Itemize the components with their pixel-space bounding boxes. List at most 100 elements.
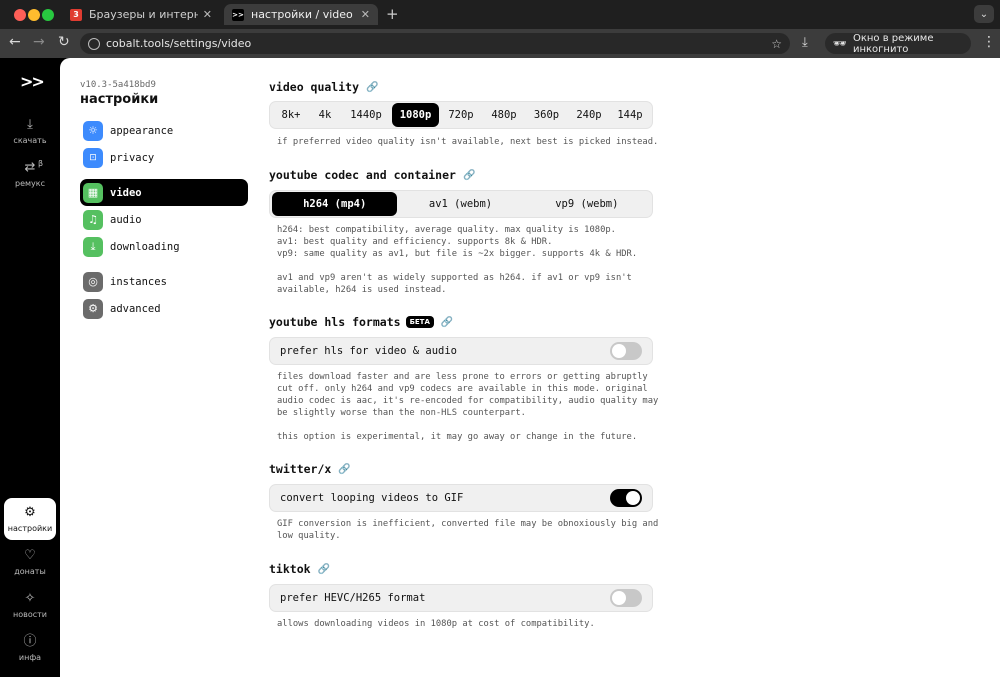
sidebar-item-label: новости [13, 609, 47, 619]
url-text[interactable]: cobalt.tools/settings/video [106, 37, 771, 50]
section-title-text: tiktok [269, 562, 311, 576]
quality-option-480p[interactable]: 480p [483, 103, 525, 127]
settings-nav-label: audio [110, 213, 142, 226]
section-title-tiktok: tiktok 🔗 [269, 562, 330, 576]
link-icon[interactable]: 🔗 [463, 170, 475, 181]
youtube-codec-description: h264: best compatibility, average qualit… [277, 225, 638, 295]
new-tab-plus-icon[interactable]: + [386, 5, 399, 23]
quality-option-240p[interactable]: 240p [568, 103, 610, 127]
settings-nav-advanced[interactable]: ⚙ advanced [80, 295, 248, 322]
quality-option-1440p[interactable]: 1440p [340, 103, 392, 127]
gear-icon: ⚙ [24, 504, 36, 520]
quality-option-4k[interactable]: 4k [310, 103, 340, 127]
toggle-knob [612, 591, 626, 605]
window-maximize-button[interactable] [42, 9, 54, 21]
codec-option-av1[interactable]: av1 (webm) [397, 192, 523, 216]
arrow-right-icon[interactable]: → [33, 34, 45, 50]
settings-nav-label: instances [110, 275, 167, 288]
quality-option-144p[interactable]: 144p [610, 103, 650, 127]
kebab-icon[interactable]: ⋮ [982, 34, 996, 50]
tab-title: Браузеры и интернет. Скач [89, 8, 198, 21]
download-icon[interactable]: ⤓ [802, 35, 808, 50]
video-quality-description: if preferred video quality isn't availab… [277, 137, 659, 147]
sidebar-item-label: скачать [13, 135, 47, 145]
settings-nav-downloading[interactable]: ⤓ downloading [80, 233, 248, 260]
tab-search-chevron-icon[interactable]: ⌄ [974, 5, 994, 23]
hls-toggle-row[interactable]: prefer hls for video & audio [269, 337, 653, 365]
tab-favicon-icon: >> [232, 8, 244, 21]
toggle-knob [612, 344, 626, 358]
lock-icon: ⊡ [83, 147, 103, 168]
sidebar-item-news[interactable]: ✧ новости [4, 584, 56, 626]
reload-icon[interactable]: ↻ [58, 34, 70, 50]
settings-nav-label: downloading [110, 240, 180, 253]
section-title-text: youtube hls formats [269, 315, 401, 329]
incognito-label: Окно в режиме инкогнито [852, 32, 934, 55]
link-icon[interactable]: 🔗 [366, 82, 378, 93]
sidebar-item-remux[interactable]: ⇄ ремукс β [4, 153, 56, 195]
hevc-toggle-switch[interactable] [610, 589, 642, 607]
sidebar-item-label: инфа [18, 652, 42, 662]
quality-option-360p[interactable]: 360p [525, 103, 568, 127]
hevc-toggle-row[interactable]: prefer HEVC/H265 format [269, 584, 653, 612]
sidebar-item-label: ремукс [15, 178, 45, 188]
sidebar-item-settings[interactable]: ⚙ настройки [4, 498, 56, 540]
gif-toggle-switch[interactable] [610, 489, 642, 507]
window-minimize-button[interactable] [28, 9, 40, 21]
settings-nav-privacy[interactable]: ⊡ privacy [80, 144, 248, 171]
incognito-icon: 🕶 [833, 37, 847, 50]
sidebar-item-info[interactable]: ⓘ инфа [4, 627, 56, 669]
link-icon[interactable]: 🔗 [441, 317, 453, 328]
incognito-indicator[interactable]: 🕶 Окно в режиме инкогнито [825, 32, 971, 55]
remux-icon: ⇄ [24, 159, 36, 175]
sun-icon: ☼ [83, 120, 103, 141]
settings-nav-label: advanced [110, 302, 161, 315]
gear-advanced-icon: ⚙ [83, 298, 103, 319]
youtube-hls-description: files download faster and are less prone… [277, 372, 659, 442]
site-info-icon[interactable] [88, 37, 100, 50]
toggle-label: convert looping videos to GIF [280, 492, 464, 504]
section-title-youtube-hls: youtube hls formats БЕТА 🔗 [269, 315, 453, 329]
window-close-button[interactable] [14, 9, 26, 21]
browser-tab-active[interactable]: >> настройки / video ~ кобальт ✕ [224, 4, 378, 25]
music-icon: ♫ [83, 209, 103, 230]
sidebar-item-donate[interactable]: ♡ донаты [4, 541, 56, 583]
link-icon[interactable]: 🔗 [338, 464, 350, 475]
beta-badge: БЕТА [405, 316, 434, 328]
sidebar-item-download[interactable]: ⤓ скачать [4, 110, 56, 152]
beta-superscript: β [38, 159, 44, 168]
film-icon: ▦ [83, 182, 103, 203]
tiktok-description: allows downloading videos in 1080p at co… [277, 619, 595, 629]
info-icon: ⓘ [23, 633, 37, 649]
quality-option-8k[interactable]: 8k+ [272, 103, 310, 127]
link-icon[interactable]: 🔗 [318, 564, 330, 575]
settings-nav-video[interactable]: ▦ video [80, 179, 248, 206]
settings-nav-audio[interactable]: ♫ audio [80, 206, 248, 233]
tab-close-icon[interactable]: ✕ [203, 8, 212, 21]
toggle-label: prefer HEVC/H265 format [280, 592, 426, 604]
video-quality-selector: 8k+ 4k 1440p 1080p 720p 480p 360p 240p 1… [269, 101, 653, 129]
section-title-video-quality: video quality 🔗 [269, 80, 378, 94]
codec-option-vp9[interactable]: vp9 (webm) [524, 192, 650, 216]
arrow-left-icon[interactable]: ← [9, 34, 21, 50]
sidebar-item-label: донаты [14, 566, 46, 576]
settings-nav-label: appearance [110, 124, 174, 137]
browser-titlebar: 3 Браузеры и интернет. Скач ✕ >> настрой… [0, 0, 1000, 29]
codec-option-h264[interactable]: h264 (mp4) [272, 192, 398, 216]
page-title: настройки [80, 92, 159, 107]
settings-nav-instances[interactable]: ◎ instances [80, 268, 248, 295]
tab-close-icon[interactable]: ✕ [361, 8, 370, 21]
cobalt-logo[interactable]: >> [20, 72, 45, 91]
star-icon[interactable]: ☆ [771, 37, 782, 51]
youtube-codec-selector: h264 (mp4) av1 (webm) vp9 (webm) [269, 190, 653, 218]
version-label: v10.3-5a418bd9 [80, 80, 156, 90]
tab-title: настройки / video ~ кобальт [251, 8, 356, 21]
quality-option-720p[interactable]: 720p [439, 103, 483, 127]
quality-option-1080p[interactable]: 1080p [392, 103, 439, 127]
browser-tab[interactable]: 3 Браузеры и интернет. Скач ✕ [62, 4, 220, 25]
settings-nav-appearance[interactable]: ☼ appearance [80, 117, 248, 144]
section-title-youtube-codec: youtube codec and container 🔗 [269, 168, 475, 182]
address-bar[interactable]: cobalt.tools/settings/video ☆ [80, 33, 790, 54]
gif-toggle-row[interactable]: convert looping videos to GIF [269, 484, 653, 512]
hls-toggle-switch[interactable] [610, 342, 642, 360]
